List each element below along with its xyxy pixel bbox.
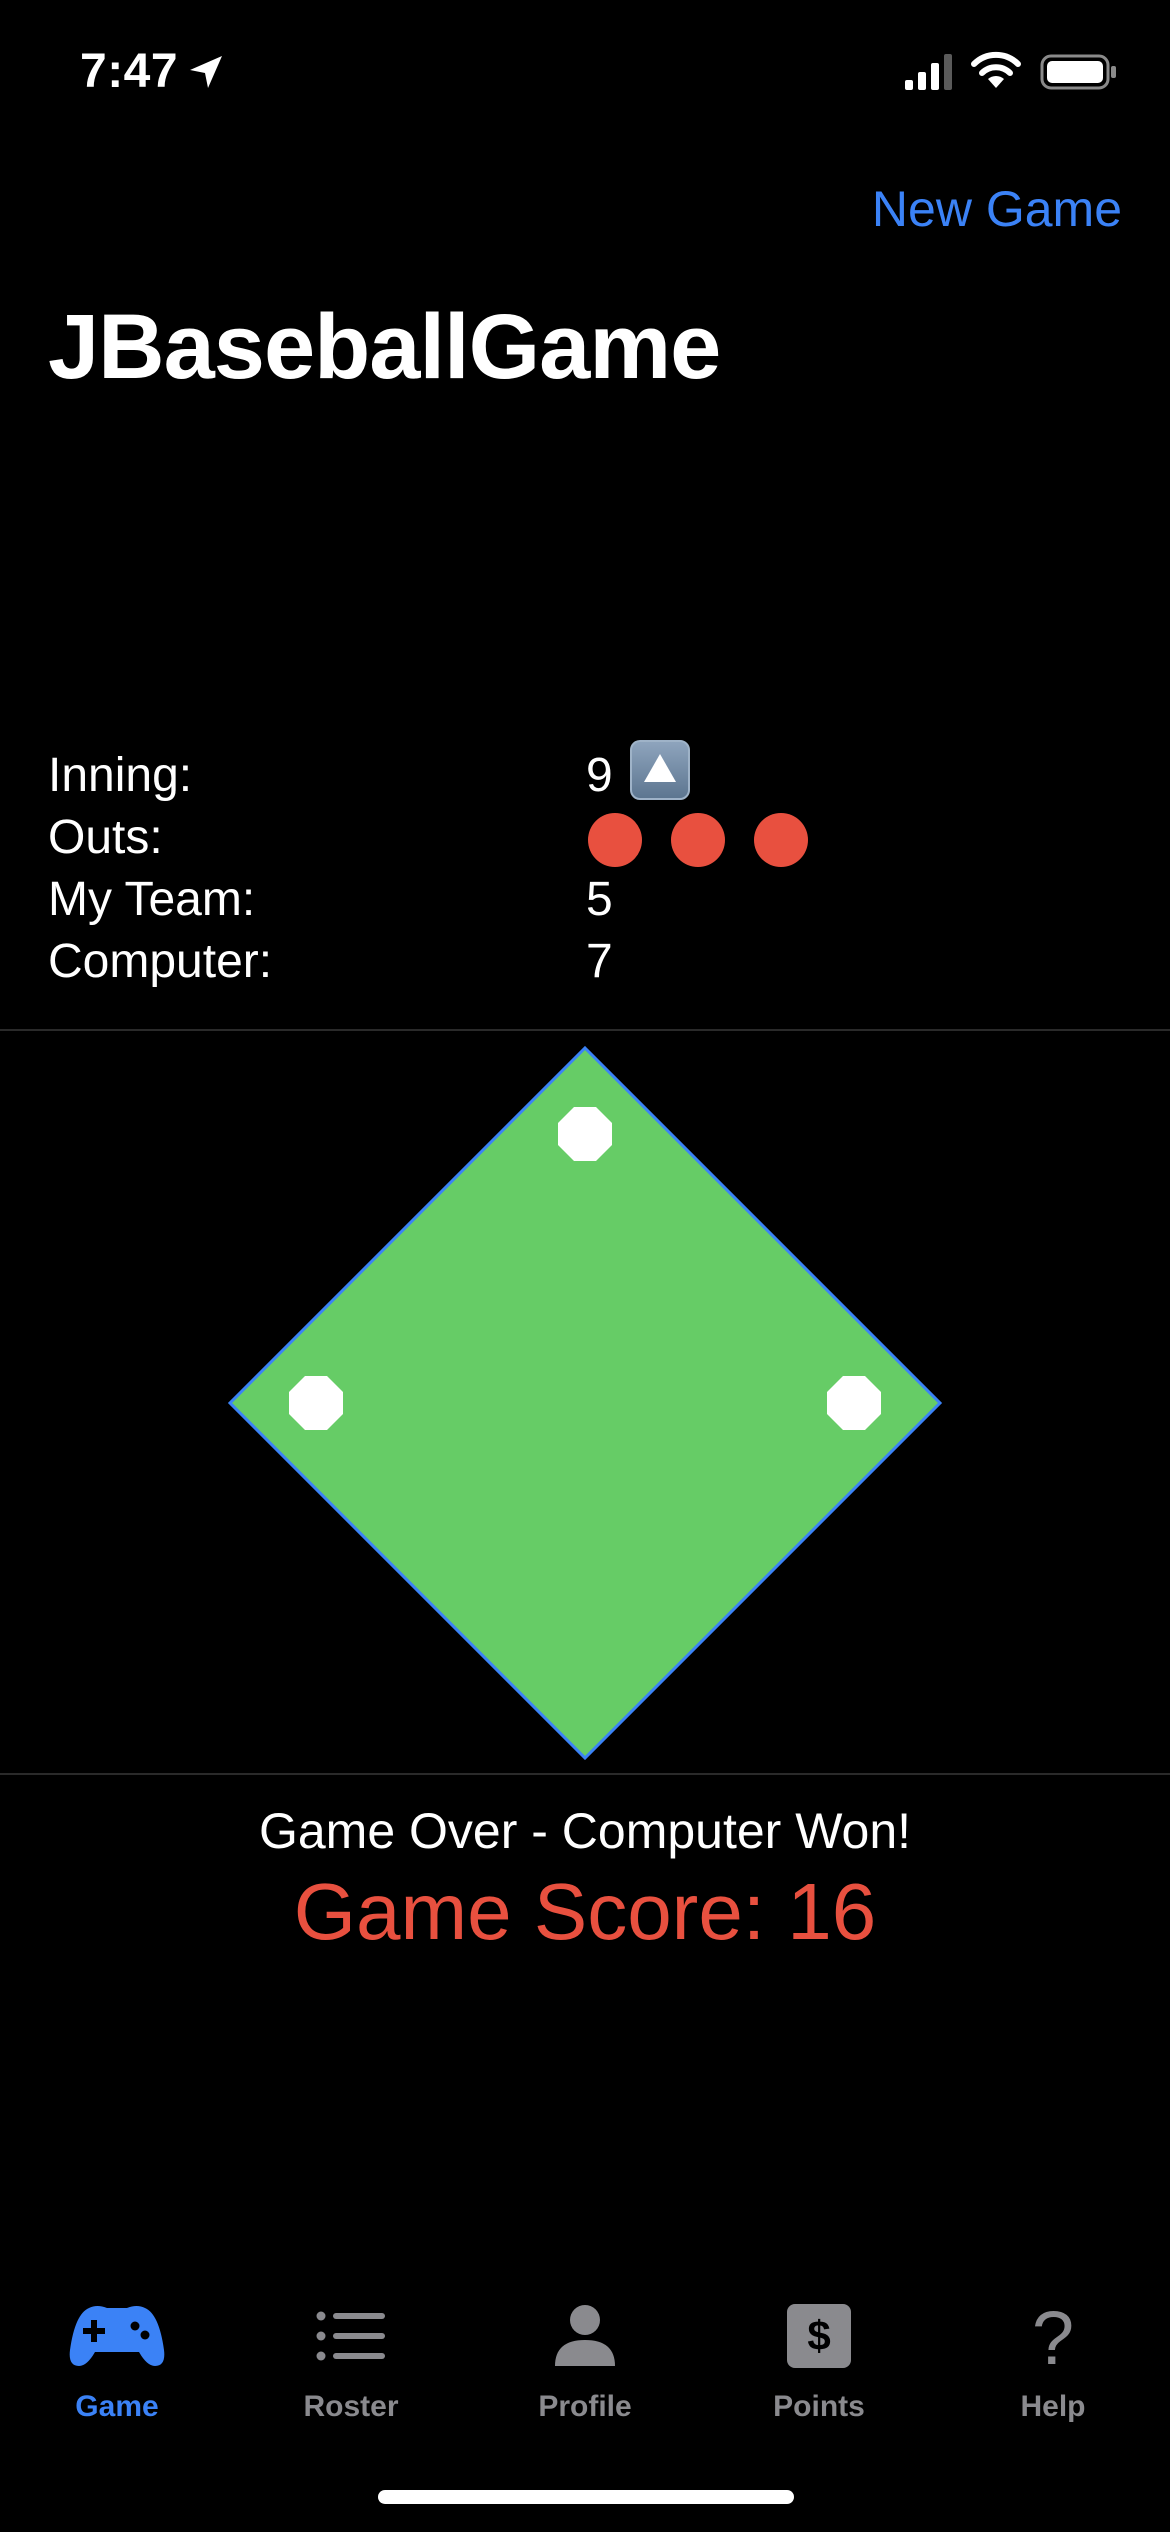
out-indicator [754,813,808,867]
tab-label: Help [1020,2390,1086,2423]
game-over-message: Game Over - Computer Won! [258,1803,912,1859]
status-time: 7:47 [80,45,179,98]
out-indicator [588,813,642,867]
svg-text:$: $ [807,2312,830,2359]
cellular-signal-icon [905,54,952,90]
my-team-label: My Team: [48,873,256,926]
tab-label: Roster [303,2390,399,2423]
page-title: JBaseballGame [48,296,721,398]
baseball-diamond [228,1046,942,1760]
tab-label: Profile [538,2390,632,2423]
computer-score: 7 [586,935,613,988]
inning-row: Inning: 9 [48,740,1128,806]
third-base [289,1376,343,1430]
tab-profile[interactable]: Profile [468,2290,702,2440]
status-bar: 7:47 [0,0,1170,140]
person-icon [555,2305,615,2366]
inning-value: 9 [586,749,613,802]
tab-label: Game [75,2390,159,2423]
inning-label: Inning: [48,749,193,802]
location-arrow-icon [190,56,222,88]
tab-label: Points [773,2390,865,2423]
second-base [558,1107,612,1161]
gamecontroller-icon [69,2306,165,2366]
divider [0,1773,1170,1775]
divider [0,1029,1170,1031]
dollar-icon: $ [787,2304,851,2368]
computer-label: Computer: [48,935,273,988]
game-score: Game Score: 16 [293,1867,877,1956]
question-mark-icon: ? [1032,2300,1074,2372]
new-game-button[interactable]: New Game [872,180,1122,238]
computer-row: Computer: 7 [48,932,1128,992]
tab-bar: Game Roster Profile $ Points ? Help [0,2290,1170,2440]
battery-icon [1040,54,1116,90]
tab-game[interactable]: Game [0,2290,234,2440]
my-team-score: 5 [586,873,613,926]
out-indicator [671,813,725,867]
my-team-row: My Team: 5 [48,870,1128,930]
tab-help[interactable]: ? Help [936,2290,1170,2440]
wifi-icon [971,51,1021,88]
up-arrow-icon [630,740,690,800]
tab-roster[interactable]: Roster [234,2290,468,2440]
svg-text:?: ? [1032,2300,1074,2372]
list-icon [316,2311,385,2361]
tab-points[interactable]: $ Points [702,2290,936,2440]
outs-label: Outs: [48,811,163,864]
home-indicator [378,2490,794,2504]
first-base [827,1376,881,1430]
outs-row: Outs: [48,808,1128,868]
